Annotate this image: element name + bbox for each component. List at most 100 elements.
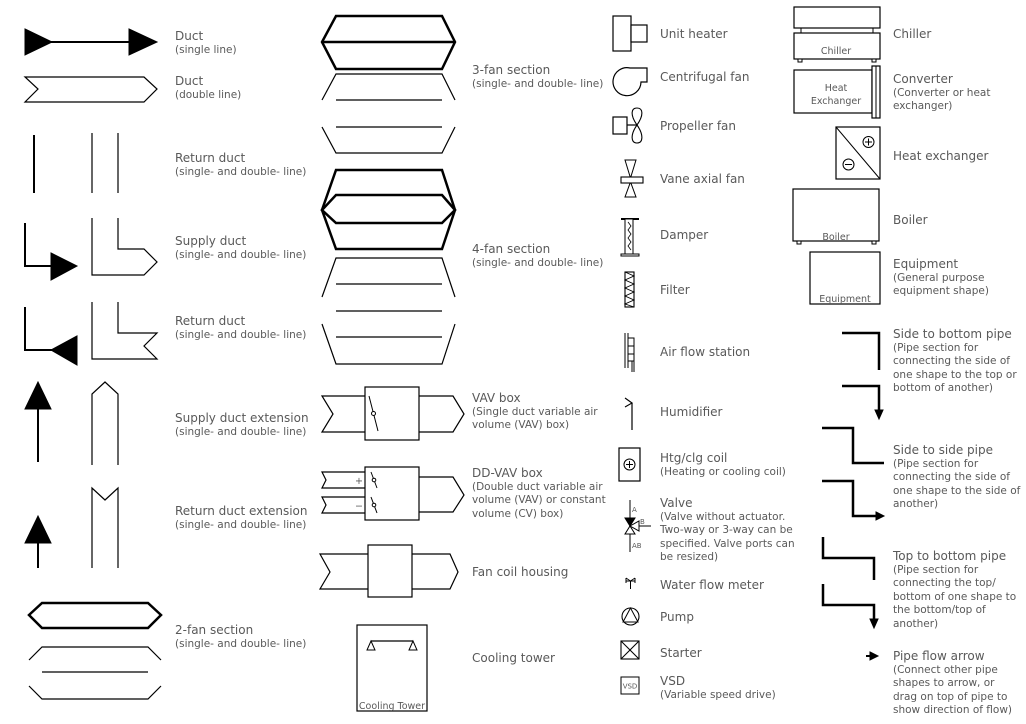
- chiller-shape[interactable]: Chiller: [793, 6, 881, 63]
- vane-axial-fan-title: Vane axial fan: [660, 172, 745, 186]
- duct-single-label: Duct (single line): [175, 29, 237, 57]
- side-to-bottom-pipe-shape[interactable]: [842, 331, 884, 421]
- air-flow-station-shape[interactable]: [624, 333, 635, 372]
- two-fan-section-label: 2-fan section (single- and double- line): [175, 623, 307, 651]
- supply-duct-extension-title: Supply duct extension: [175, 411, 309, 425]
- cooling-tower-shape[interactable]: Cooling Tower: [356, 624, 428, 712]
- pump-shape[interactable]: [621, 606, 640, 626]
- boiler-label: Boiler: [893, 213, 928, 228]
- air-flow-station-title: Air flow station: [660, 345, 751, 359]
- valve-title: Valve: [660, 496, 693, 510]
- return-duct-corner-title: Return duct: [175, 314, 246, 328]
- boiler-inner-label: Boiler: [822, 232, 849, 243]
- supply-duct-label: Supply duct (single- and double- line): [175, 234, 307, 262]
- pipe-flow-arrow-label: Pipe flow arrow (Connect other pipe shap…: [893, 649, 1012, 718]
- dd-vav-box-shape[interactable]: + −: [321, 466, 465, 521]
- four-fan-section-desc: (single- and double- line): [472, 256, 604, 269]
- centrifugal-fan-title: Centrifugal fan: [660, 70, 750, 84]
- converter-desc-2: exchanger): [893, 100, 953, 112]
- side-to-bottom-pipe-desc-3: one shape to the top or: [893, 368, 1017, 381]
- return-duct-shape[interactable]: [33, 133, 119, 193]
- duct-double-line-shape[interactable]: [23, 76, 158, 103]
- duct-single-title: Duct: [175, 29, 204, 43]
- supply-duct-extension-desc: (single- and double- line): [175, 425, 307, 438]
- duct-single-line-shape[interactable]: [24, 28, 159, 56]
- converter-shape[interactable]: Heat Exchanger: [793, 65, 881, 119]
- humidifier-shape[interactable]: [624, 397, 634, 430]
- water-flow-meter-shape[interactable]: [625, 577, 636, 589]
- top-to-bottom-pipe-desc-4: the bottom/top of: [893, 604, 986, 616]
- propeller-fan-shape[interactable]: [612, 107, 643, 144]
- return-duct-extension-title: Return duct extension: [175, 504, 308, 518]
- valve-desc-1: (Valve without actuator.: [660, 510, 786, 523]
- damper-shape[interactable]: [620, 218, 640, 257]
- centrifugal-fan-shape[interactable]: [612, 67, 648, 97]
- vsd-label: VSD (Variable speed drive): [660, 674, 776, 702]
- duct-double-label: Duct (double line): [175, 74, 241, 102]
- three-fan-section-title: 3-fan section: [472, 63, 551, 77]
- side-to-side-pipe-title: Side to side pipe: [893, 443, 993, 457]
- side-to-bottom-pipe-title: Side to bottom pipe: [893, 327, 1012, 341]
- duct-double-title: Duct: [175, 74, 204, 88]
- valve-shape[interactable]: A B AB: [624, 500, 651, 552]
- fan-coil-housing-label: Fan coil housing: [472, 565, 568, 580]
- valve-port-ab-label: AB: [632, 542, 642, 550]
- vsd-title: VSD: [660, 674, 686, 688]
- dd-vav-box-title: DD-VAV box: [472, 466, 543, 480]
- vsd-shape[interactable]: VSD: [620, 676, 640, 695]
- supply-duct-extension-shape[interactable]: [24, 380, 119, 465]
- vav-box-desc-1: (Single duct variable air: [472, 405, 598, 418]
- return-duct-title: Return duct: [175, 151, 246, 165]
- propeller-fan-title: Propeller fan: [660, 119, 737, 133]
- three-fan-section-shape[interactable]: [320, 14, 457, 154]
- starter-shape[interactable]: [620, 640, 640, 660]
- two-fan-section-desc: (single- and double- line): [175, 637, 307, 650]
- vav-box-shape[interactable]: [320, 386, 465, 441]
- equipment-desc-1: (General purpose: [893, 271, 985, 284]
- pump-title: Pump: [660, 610, 694, 624]
- converter-label: Converter (Converter or heat exchanger): [893, 72, 990, 114]
- chiller-inner-label: Chiller: [821, 46, 851, 57]
- heat-exchanger-shape[interactable]: [835, 126, 881, 180]
- filter-shape[interactable]: [623, 271, 636, 308]
- four-fan-section-shape[interactable]: [320, 168, 457, 365]
- pipe-flow-arrow-shape[interactable]: [866, 651, 880, 661]
- boiler-shape[interactable]: Boiler: [792, 188, 880, 245]
- side-to-side-pipe-desc-3: one shape to the side of: [893, 484, 1021, 497]
- pipe-flow-arrow-title: Pipe flow arrow: [893, 649, 985, 663]
- supply-duct-shape[interactable]: [24, 218, 158, 281]
- valve-label: Valve (Valve without actuator. Two-way o…: [660, 496, 795, 565]
- side-to-side-pipe-desc-2: connecting the side of: [893, 471, 1010, 483]
- three-fan-section-label: 3-fan section (single- and double- line): [472, 63, 603, 91]
- unit-heater-shape[interactable]: [612, 15, 648, 52]
- supply-duct-desc: (single- and double- line): [175, 248, 307, 261]
- starter-title: Starter: [660, 646, 702, 660]
- equipment-title: Equipment: [893, 257, 959, 271]
- centrifugal-fan-label: Centrifugal fan: [660, 70, 750, 85]
- fan-coil-housing-shape[interactable]: [318, 544, 459, 598]
- vane-axial-fan-shape[interactable]: [620, 159, 644, 198]
- htg-clg-coil-desc: (Heating or cooling coil): [660, 465, 786, 478]
- unit-heater-label: Unit heater: [660, 27, 728, 42]
- side-to-side-pipe-shape[interactable]: [822, 426, 886, 521]
- return-duct-extension-shape[interactable]: [24, 486, 119, 568]
- top-to-bottom-pipe-shape[interactable]: [821, 537, 879, 630]
- converter-inner-label-2: Exchanger: [811, 96, 861, 107]
- return-duct-extension-label: Return duct extension (single- and doubl…: [175, 504, 308, 532]
- dd-vav-box-label: DD-VAV box (Double duct variable air vol…: [472, 466, 606, 521]
- equipment-shape[interactable]: Equipment: [809, 251, 881, 305]
- ddvav-minus-label: −: [355, 501, 363, 512]
- return-duct-corner-shape[interactable]: [24, 302, 159, 366]
- return-duct-desc: (single- and double- line): [175, 165, 307, 178]
- two-fan-section-shape[interactable]: [27, 601, 163, 700]
- vav-box-desc-2: volume (VAV) box): [472, 419, 570, 431]
- four-fan-section-label: 4-fan section (single- and double- line): [472, 242, 604, 270]
- vane-axial-fan-label: Vane axial fan: [660, 172, 745, 187]
- propeller-fan-label: Propeller fan: [660, 119, 737, 134]
- htg-clg-coil-shape[interactable]: [618, 447, 641, 482]
- air-flow-station-label: Air flow station: [660, 345, 751, 360]
- damper-label: Damper: [660, 228, 708, 243]
- dd-vav-box-desc-1: (Double duct variable air: [472, 480, 603, 493]
- humidifier-label: Humidifier: [660, 405, 722, 420]
- valve-port-a-label: A: [632, 506, 637, 514]
